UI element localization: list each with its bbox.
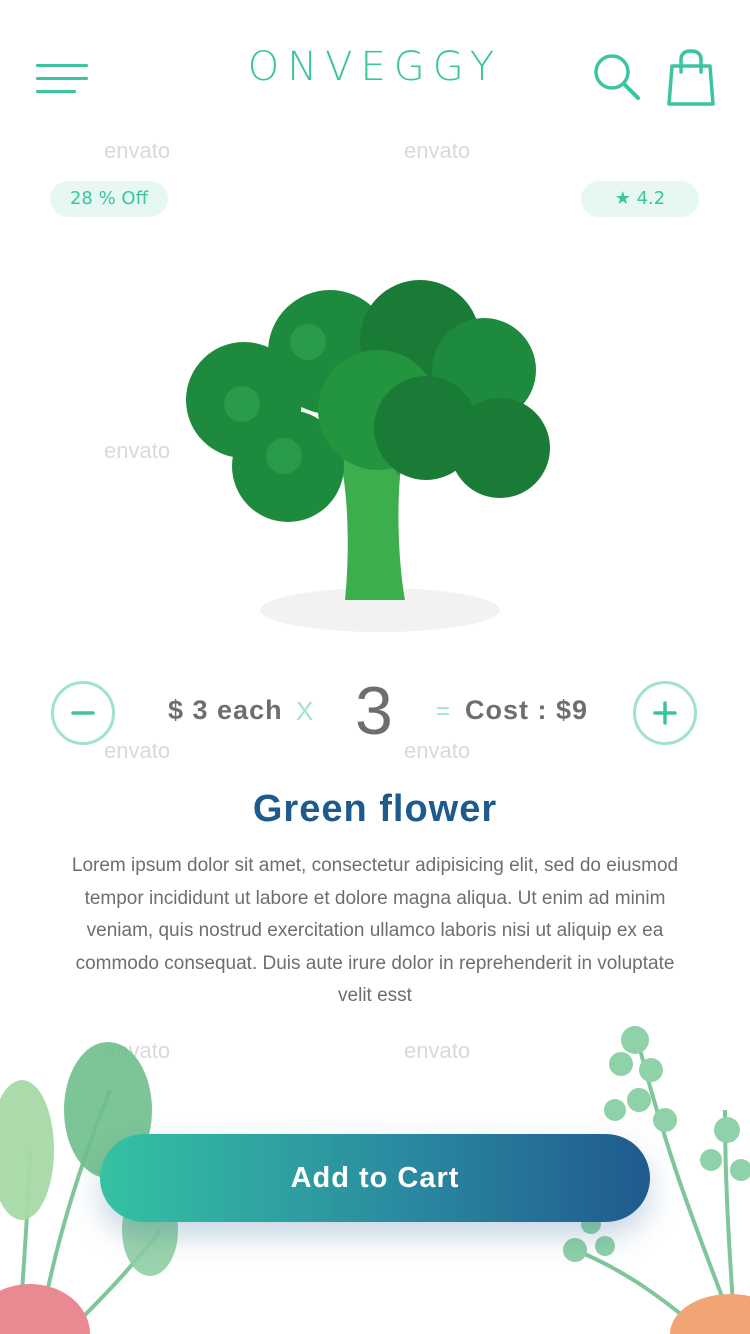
watermark: envato <box>404 738 471 763</box>
watermark: envato <box>104 138 171 163</box>
product-description: Lorem ipsum dolor sit amet, consectetur … <box>71 855 679 1006</box>
rating-value: 4.2 <box>636 188 666 209</box>
multiply-sign: X <box>296 696 314 726</box>
product-title: Green flower <box>252 788 498 830</box>
quantity-value: 3 <box>355 673 393 749</box>
watermark: envato <box>104 438 171 463</box>
star-icon: ★ <box>614 188 631 209</box>
decrease-quantity-button[interactable] <box>51 681 115 745</box>
add-to-cart-button[interactable]: Add to Cart <box>100 1134 650 1222</box>
increase-quantity-button[interactable] <box>633 681 697 745</box>
watermark: envato <box>404 138 471 163</box>
watermark: envato <box>104 738 171 763</box>
equals-sign: = <box>436 698 451 725</box>
watermark: envato <box>404 1038 471 1063</box>
total-cost: Cost : $9 <box>465 695 589 725</box>
unit-price: $ 3 each <box>168 695 283 725</box>
minus-icon <box>71 711 95 715</box>
discount-badge: 28 % Off <box>50 181 168 217</box>
search-icon[interactable] <box>592 52 642 104</box>
logo-text: ONVEGGY <box>247 44 503 90</box>
shopping-bag-icon[interactable] <box>666 48 716 108</box>
plus-icon <box>653 701 677 725</box>
rating-badge: ★ 4.2 <box>581 181 699 217</box>
product-image <box>186 280 550 632</box>
